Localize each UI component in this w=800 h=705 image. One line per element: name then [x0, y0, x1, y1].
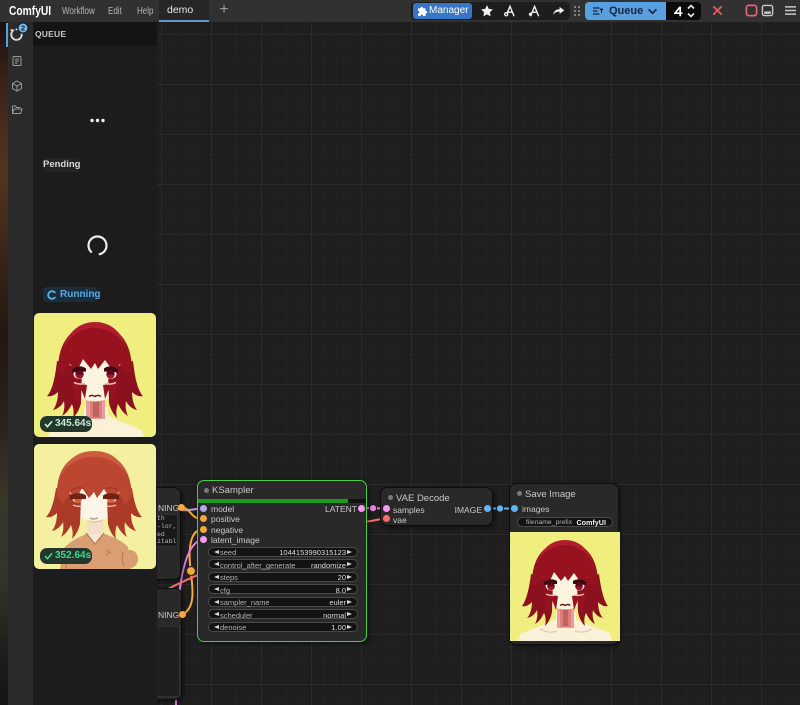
svg-text:2: 2 [21, 24, 25, 33]
